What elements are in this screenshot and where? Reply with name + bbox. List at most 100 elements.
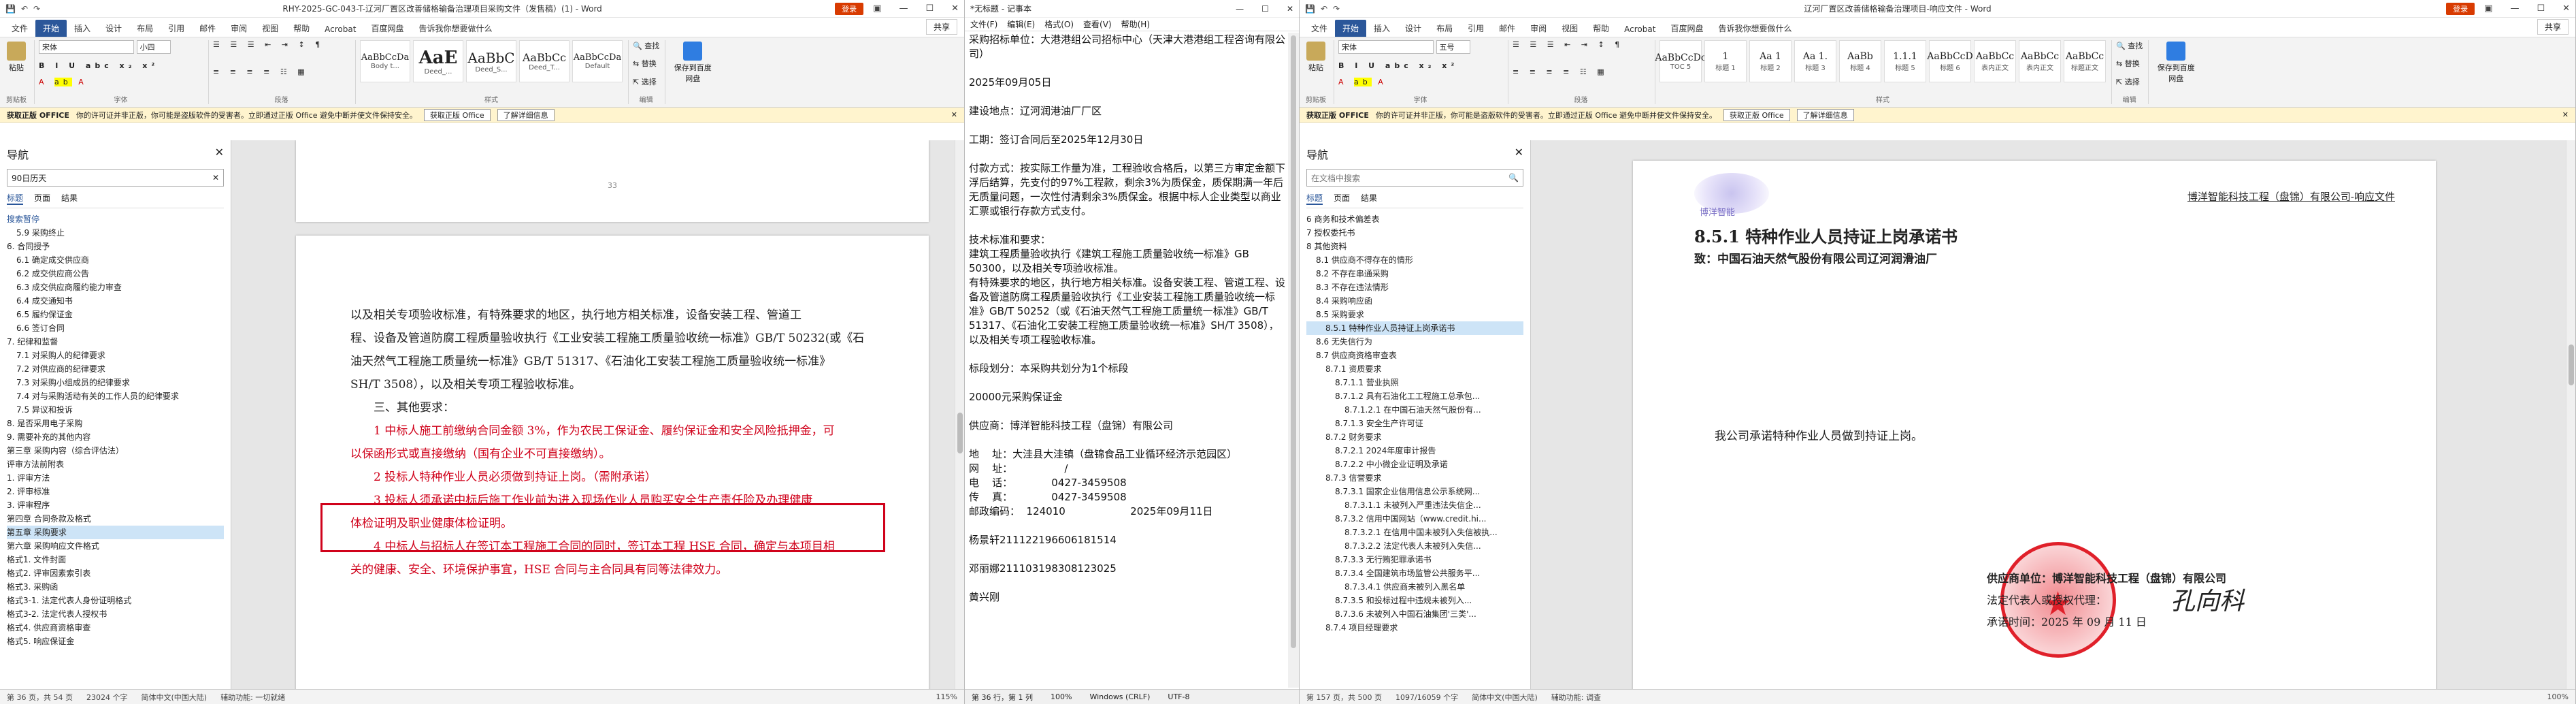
- nav-heading-item[interactable]: 7.5 异议和投诉: [7, 403, 224, 417]
- style-item[interactable]: 1 标题 1: [1704, 40, 1747, 82]
- zoom-level[interactable]: 100%: [2547, 692, 2569, 701]
- nav-heading-item[interactable]: 7. 纪律和监督: [7, 335, 224, 349]
- login-button[interactable]: 登录: [2446, 2, 2475, 15]
- nav-heading-item[interactable]: 1. 评审方法: [7, 471, 224, 485]
- nav-heading-item[interactable]: 8.7.4 项目经理要求: [1306, 621, 1523, 635]
- tab-mailings[interactable]: 邮件: [1491, 20, 1523, 37]
- nav-heading-item[interactable]: 第四章 合同条款及格式: [7, 512, 224, 526]
- nav-heading-item[interactable]: 8.7.3.1 国家企业信用信息公示系统网...: [1306, 485, 1523, 498]
- nav-heading-item[interactable]: 6.3 成交供应商履约能力审查: [7, 281, 224, 294]
- menu-format[interactable]: 格式(O): [1044, 18, 1074, 30]
- nav-heading-item[interactable]: 8.7 供应商资格审查表: [1306, 349, 1523, 362]
- close-icon[interactable]: ✕: [2562, 3, 2570, 14]
- minimize-icon[interactable]: —: [2510, 3, 2519, 14]
- nav-heading-item[interactable]: 8.7.3.3 无行贿犯罪承诺书: [1306, 553, 1523, 566]
- font-color-buttons[interactable]: A ab A: [39, 78, 203, 86]
- font-name-select[interactable]: 宋体: [39, 40, 134, 54]
- redo-icon[interactable]: ↷: [1333, 4, 1340, 14]
- close-icon[interactable]: ✕: [1287, 4, 1293, 14]
- get-genuine-button[interactable]: 获取正版 Office: [424, 108, 491, 121]
- nav-heading-item[interactable]: 格式5. 响应保证金: [7, 635, 224, 648]
- undo-icon[interactable]: ↶: [21, 4, 28, 14]
- format-buttons[interactable]: B I U abc x₂ x²: [1338, 61, 1502, 70]
- nav-search-input[interactable]: 90日历天 ✕: [7, 169, 224, 187]
- share-button[interactable]: 共享: [2537, 19, 2569, 35]
- tab-file[interactable]: 文件: [1304, 20, 1335, 37]
- tab-baidu[interactable]: 百度网盘: [363, 20, 411, 37]
- login-button[interactable]: 登录: [835, 2, 864, 15]
- get-genuine-button[interactable]: 获取正版 Office: [1723, 108, 1790, 121]
- tab-references[interactable]: 引用: [161, 20, 192, 37]
- replace-button[interactable]: ⇆ 替换: [633, 58, 659, 69]
- nav-heading-item[interactable]: 6.5 履约保证金: [7, 308, 224, 321]
- nav-heading-item[interactable]: 第六章 采购响应文件格式: [7, 539, 224, 553]
- nav-heading-item[interactable]: 8.6 无失信行为: [1306, 335, 1523, 349]
- maximize-icon[interactable]: ☐: [2537, 3, 2545, 14]
- align-buttons[interactable]: ≡ ≡ ≡ ≡ ☷ ▦: [213, 67, 350, 76]
- minimize-icon[interactable]: —: [899, 3, 908, 14]
- clear-icon[interactable]: ✕: [212, 173, 219, 182]
- nav-heading-item[interactable]: 8.7.1 资质要求: [1306, 362, 1523, 376]
- style-item[interactable]: AaBbCc 表内正文: [2019, 40, 2061, 82]
- tab-acrobat[interactable]: Acrobat: [317, 22, 363, 37]
- tab-baidu[interactable]: 百度网盘: [1663, 20, 1711, 37]
- font-size-select[interactable]: 小四: [136, 40, 171, 54]
- nav-heading-item[interactable]: 格式3-2. 法定代表人授权书: [7, 607, 224, 621]
- style-item[interactable]: AaBbCc 表内正文: [1974, 40, 2016, 82]
- nav-heading-item[interactable]: 8.7.3.2.2 法定代表人未被列入失信...: [1306, 539, 1523, 553]
- tab-home[interactable]: 开始: [1335, 20, 1367, 37]
- nav-heading-item[interactable]: 8.7.3.2 信用中国网站（www.credit.hi...: [1306, 512, 1523, 526]
- nav-heading-item[interactable]: 6.4 成交通知书: [7, 294, 224, 308]
- tab-design[interactable]: 设计: [98, 20, 129, 37]
- nav-heading-item[interactable]: 8.7.3.4.1 供应商未被列入黑名单: [1306, 580, 1523, 594]
- nav-heading-item[interactable]: 8.7.2.2 中小微企业证明及承诺: [1306, 458, 1523, 471]
- nav-heading-item[interactable]: 7.2 对供应商的纪律要求: [7, 362, 224, 376]
- nav-tab-headings[interactable]: 标题: [1306, 192, 1323, 205]
- align-buttons[interactable]: ≡ ≡ ≡ ≡ ☷ ▦: [1513, 67, 1649, 76]
- nav-heading-item[interactable]: 8.7.3.5 和投标过程中违规未被列入...: [1306, 594, 1523, 607]
- undo-icon[interactable]: ↶: [1321, 4, 1327, 14]
- scroll-thumb[interactable]: [2569, 345, 2574, 385]
- list-buttons[interactable]: ☰ ☰ ☰ ⇤ ⇥ ↕ ¶: [1513, 40, 1649, 49]
- scroll-thumb[interactable]: [1291, 35, 1296, 648]
- nav-heading-item[interactable]: 9. 需要补充的其他内容: [7, 430, 224, 444]
- tell-me-search[interactable]: 告诉我你想要做什么: [411, 20, 499, 37]
- nav-heading-item[interactable]: 格式3. 采购函: [7, 580, 224, 594]
- nav-heading-item[interactable]: 8 其他资料: [1306, 240, 1523, 253]
- ribbon-display-icon[interactable]: ▣: [2484, 3, 2492, 14]
- nav-heading-item[interactable]: 8. 是否采用电子采购: [7, 417, 224, 430]
- nav-heading-item[interactable]: 8.7.3.4 全国建筑市场监管公共服务平...: [1306, 566, 1523, 580]
- nav-heading-item[interactable]: 6.6 签订合同: [7, 321, 224, 335]
- nav-heading-item[interactable]: 第五章 采购要求: [7, 526, 224, 539]
- style-item[interactable]: AaBbCcDc TOC 5: [1655, 40, 1706, 82]
- tab-help[interactable]: 帮助: [286, 20, 317, 37]
- tab-insert[interactable]: 插入: [1366, 20, 1398, 37]
- nav-heading-item[interactable]: 8.1 供应商不得存在的情形: [1306, 253, 1523, 267]
- close-icon[interactable]: ✕: [951, 110, 957, 119]
- close-icon[interactable]: ✕: [1515, 146, 1523, 162]
- tab-review[interactable]: 审阅: [223, 20, 254, 37]
- maximize-icon[interactable]: ☐: [1261, 4, 1269, 14]
- style-item[interactable]: AaBb 标题 4: [1839, 40, 1881, 82]
- nav-heading-item[interactable]: 6.2 成交供应商公告: [7, 267, 224, 281]
- nav-heading-item[interactable]: 8.5 采购要求: [1306, 308, 1523, 321]
- find-button[interactable]: 🔍 查找: [633, 40, 659, 51]
- tab-view[interactable]: 视图: [1554, 20, 1585, 37]
- list-buttons[interactable]: ☰ ☰ ☰ ⇤ ⇥ ↕ ¶: [213, 40, 350, 49]
- tab-references[interactable]: 引用: [1460, 20, 1491, 37]
- menu-help[interactable]: 帮助(H): [1121, 18, 1150, 30]
- nav-heading-item[interactable]: 8.3 不存在违法情形: [1306, 281, 1523, 294]
- nav-heading-item[interactable]: 8.7.3.6 未被列入中国石油集团'三类'...: [1306, 607, 1523, 621]
- tab-review[interactable]: 审阅: [1523, 20, 1554, 37]
- find-button[interactable]: 🔍 查找: [2116, 40, 2143, 51]
- select-button[interactable]: ⇱ 选择: [2116, 76, 2143, 87]
- nav-heading-item[interactable]: 第三章 采购内容（综合评估法）: [7, 444, 224, 458]
- menu-file[interactable]: 文件(F): [970, 18, 997, 30]
- style-item[interactable]: AaBbCc 标题正文: [2064, 40, 2106, 82]
- style-item[interactable]: AaBbCcD 标题 6: [1927, 40, 1973, 82]
- tell-me-search[interactable]: 告诉我你想要做什么: [1711, 20, 1799, 37]
- style-item[interactable]: Aa 1 标题 2: [1749, 40, 1791, 82]
- tab-design[interactable]: 设计: [1398, 20, 1429, 37]
- select-button[interactable]: ⇱ 选择: [633, 76, 659, 87]
- nav-tab-pages[interactable]: 页面: [1334, 192, 1350, 205]
